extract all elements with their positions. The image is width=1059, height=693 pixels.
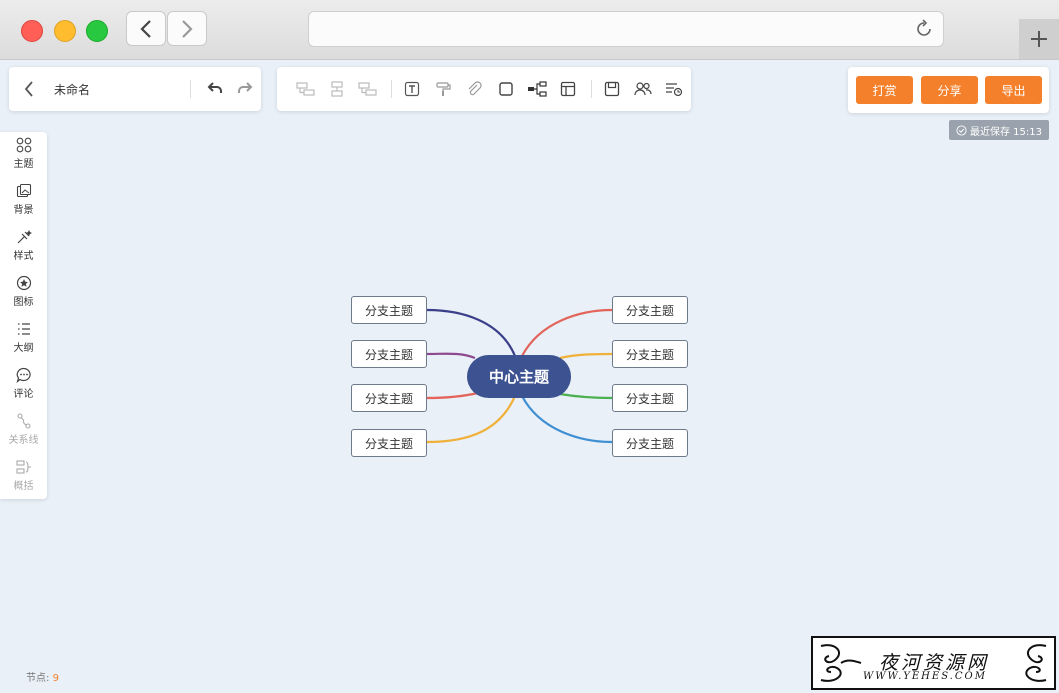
connector-right-2: [559, 352, 613, 360]
watermark-logo: 夜河资源网 WWW.YEHES.COM: [811, 636, 1056, 690]
node-count-value: 9: [52, 673, 59, 684]
central-topic[interactable]: 中心主题: [467, 355, 571, 398]
connector-right-1: [521, 308, 613, 357]
mindmap-connectors: [426, 308, 613, 444]
node-count-label: 节点:: [26, 673, 50, 684]
branch-topic-right-4[interactable]: 分支主题: [612, 429, 688, 457]
branch-topic-right-3[interactable]: 分支主题: [612, 384, 688, 412]
connector-left-2: [426, 352, 476, 360]
branch-topic-left-2[interactable]: 分支主题: [351, 340, 427, 368]
branch-topic-left-1[interactable]: 分支主题: [351, 296, 427, 324]
ornament-right-icon: [1025, 644, 1047, 682]
node-count: 节点: 9: [26, 669, 59, 684]
branch-topic-right-2[interactable]: 分支主题: [612, 340, 688, 368]
branch-topic-left-3[interactable]: 分支主题: [351, 384, 427, 412]
watermark-url: WWW.YEHES.COM: [863, 671, 987, 682]
branch-topic-right-1[interactable]: 分支主题: [612, 296, 688, 324]
connector-right-4: [521, 395, 613, 444]
ornament-left-icon: [820, 644, 862, 682]
connector-left-3: [426, 391, 479, 400]
connector-left-4: [426, 395, 517, 444]
connector-left-1: [426, 308, 517, 357]
branch-topic-left-4[interactable]: 分支主题: [351, 429, 427, 457]
connector-right-3: [559, 392, 613, 400]
